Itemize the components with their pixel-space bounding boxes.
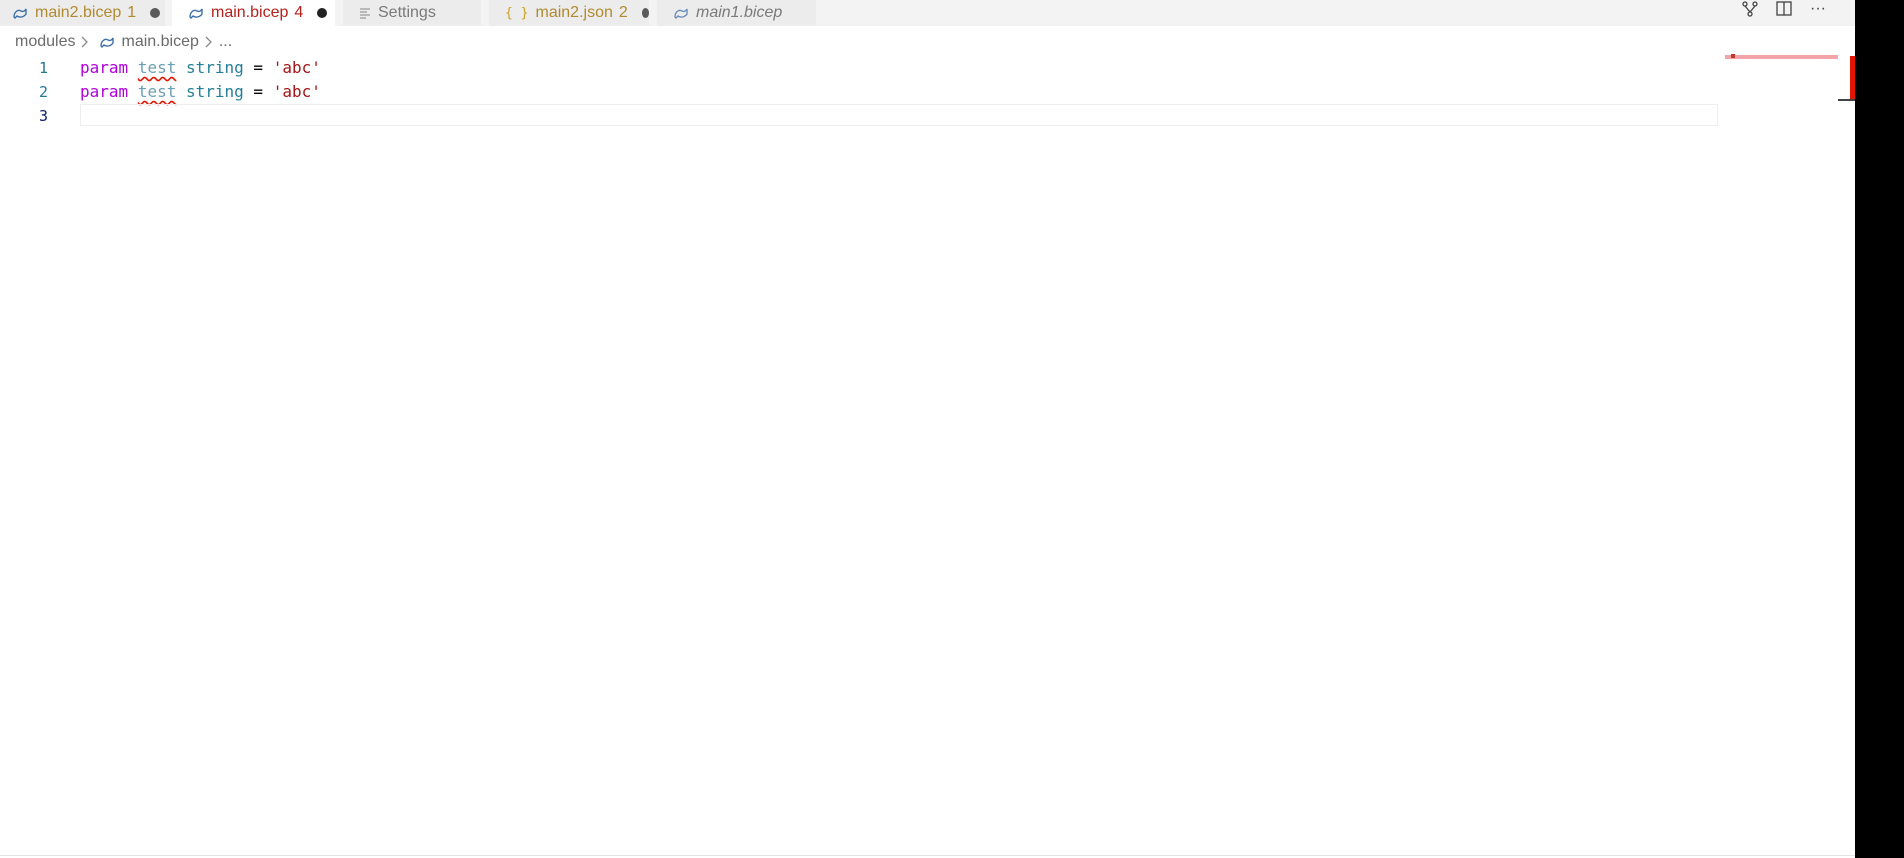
unsaved-dot-icon[interactable] bbox=[150, 8, 161, 18]
line-number: 2 bbox=[38, 83, 48, 101]
tab-label: Settings bbox=[378, 4, 436, 21]
string-token: 'abc' bbox=[272, 82, 321, 101]
tab-main-bicep[interactable]: main.bicep 4 bbox=[172, 0, 335, 26]
identifier-token-error: test bbox=[137, 82, 177, 101]
tab-label: main2.json bbox=[535, 4, 613, 21]
tab-label: main1.bicep bbox=[696, 4, 783, 21]
problem-count-badge: 4 bbox=[294, 4, 304, 21]
settings-file-icon bbox=[359, 7, 371, 19]
tab-label: main.bicep bbox=[211, 4, 289, 21]
code-line-current: 3 bbox=[0, 104, 1718, 128]
editor-tab-bar: main2.bicep 1 main.bicep 4 Settings { } … bbox=[0, 0, 1855, 26]
chevron-right-icon bbox=[205, 36, 213, 48]
type-token: string bbox=[185, 82, 244, 101]
breadcrumb-more[interactable]: ... bbox=[219, 33, 232, 51]
operator-token: = bbox=[253, 82, 264, 101]
line-number: 3 bbox=[38, 107, 48, 125]
tab-settings[interactable]: Settings bbox=[343, 0, 481, 26]
string-token: 'abc' bbox=[272, 58, 321, 77]
line-number: 1 bbox=[38, 59, 48, 77]
current-line-highlight[interactable] bbox=[80, 104, 1718, 126]
keyword-token: param bbox=[80, 58, 129, 77]
cursor-overview-marker bbox=[1838, 99, 1855, 101]
chevron-right-icon bbox=[81, 36, 89, 48]
unsaved-dot-icon[interactable] bbox=[317, 8, 328, 18]
line-content[interactable]: param test string = 'abc' bbox=[80, 56, 321, 80]
json-icon: { } bbox=[505, 5, 529, 21]
problem-count-badge: 1 bbox=[127, 4, 137, 21]
code-editor[interactable]: 1 param test string = 'abc' 2 param test… bbox=[0, 56, 1718, 856]
panel-divider bbox=[0, 855, 1855, 856]
editor-actions: ··· bbox=[1740, 0, 1828, 18]
problem-count-badge: 2 bbox=[618, 4, 628, 21]
tab-main2-bicep[interactable]: main2.bicep 1 bbox=[0, 0, 165, 26]
window-edge bbox=[1855, 0, 1904, 858]
code-line: 2 param test string = 'abc' bbox=[0, 80, 1718, 104]
breadcrumb: modules main.bicep ... bbox=[15, 30, 232, 54]
bicep-icon bbox=[12, 6, 28, 20]
bicep-icon bbox=[188, 6, 204, 20]
breadcrumb-file[interactable]: main.bicep bbox=[121, 33, 198, 51]
compare-changes-icon[interactable] bbox=[1740, 0, 1760, 18]
breadcrumb-folder[interactable]: modules bbox=[15, 33, 75, 51]
operator-token: = bbox=[253, 58, 264, 77]
bicep-icon bbox=[99, 35, 115, 49]
tab-main2-json[interactable]: { } main2.json 2 bbox=[489, 0, 649, 26]
line-content[interactable]: param test string = 'abc' bbox=[80, 80, 321, 104]
tab-label: main2.bicep bbox=[35, 4, 122, 21]
unsaved-dot-icon[interactable] bbox=[641, 8, 649, 18]
minimap-error-highlight bbox=[1725, 55, 1838, 59]
vertical-scrollbar[interactable] bbox=[1838, 26, 1855, 858]
minimap[interactable] bbox=[1725, 52, 1838, 60]
identifier-token-error: test bbox=[137, 58, 177, 77]
code-line: 1 param test string = 'abc' bbox=[0, 56, 1718, 80]
tab-main1-bicep[interactable]: main1.bicep bbox=[657, 0, 816, 26]
keyword-token: param bbox=[80, 82, 129, 101]
bicep-icon bbox=[673, 6, 689, 20]
more-actions-icon[interactable]: ··· bbox=[1808, 0, 1828, 18]
type-token: string bbox=[185, 58, 244, 77]
split-editor-icon[interactable] bbox=[1774, 0, 1794, 18]
minimap-error-marker bbox=[1731, 54, 1735, 58]
